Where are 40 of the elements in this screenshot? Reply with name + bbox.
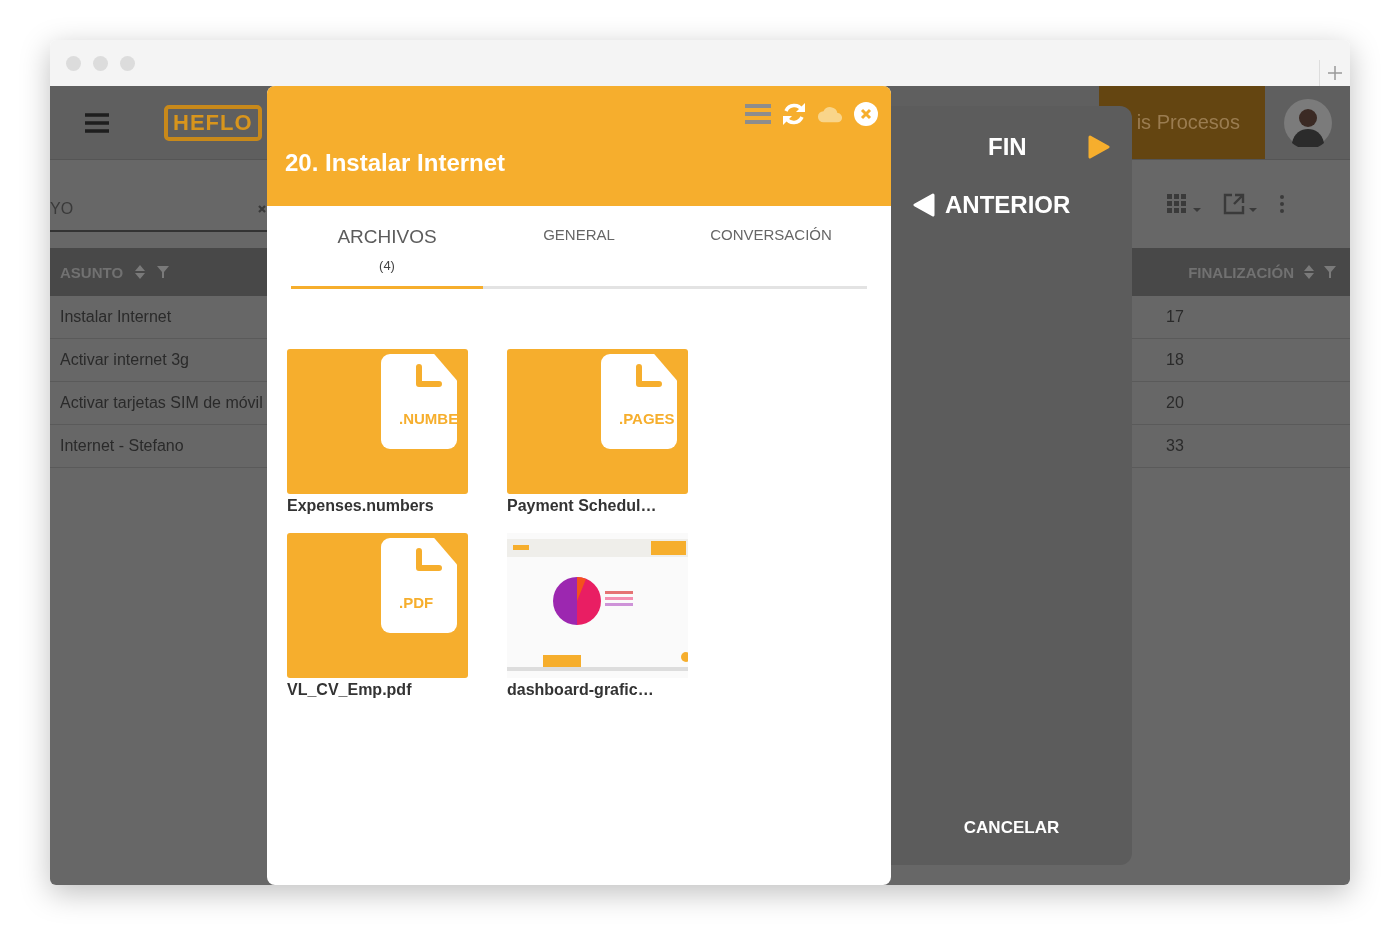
table-cell-text: 20 [1165, 394, 1185, 412]
window-control[interactable] [66, 55, 81, 71]
tab[interactable]: CONVERSACIÓN [675, 206, 867, 289]
file-extension: .NUMBE [399, 410, 457, 427]
tab[interactable]: GENERAL [483, 206, 675, 289]
menu-icon[interactable] [85, 112, 109, 133]
file-extension: .PDF [399, 594, 434, 611]
file-name[interactable]: Payment Schedul… [507, 497, 688, 515]
more-icon[interactable] [1279, 194, 1285, 214]
window-control[interactable] [93, 55, 108, 71]
grid-icon[interactable] [1167, 193, 1203, 215]
refresh-icon[interactable] [781, 101, 807, 127]
back-triangle-icon [913, 193, 935, 217]
play-icon [1088, 135, 1110, 159]
export-icon[interactable] [1223, 193, 1259, 215]
table-cell-text: 33 [1165, 437, 1185, 455]
table-cell-text: Internet - Stefano [59, 437, 184, 455]
filter-icon[interactable] [1324, 266, 1336, 278]
file-name[interactable]: VL_CV_Emp.pdf [287, 681, 468, 699]
previous-button[interactable]: ANTERIOR [891, 189, 1132, 221]
window-control[interactable] [120, 55, 135, 71]
task-title: 20. Instalar Internet [285, 149, 506, 177]
table-cell-text: 18 [1165, 351, 1185, 369]
cancel-button[interactable]: CANCELAR [957, 817, 1066, 839]
clear-icon[interactable] [257, 204, 267, 214]
table-cell-text: Instalar Internet [59, 308, 172, 326]
table-cell-text: 17 [1165, 308, 1185, 326]
avatar[interactable] [1283, 98, 1332, 147]
table-cell-text: Activar internet 3g [59, 351, 189, 369]
file-name[interactable]: dashboard-grafic… [507, 681, 688, 699]
sort-icon[interactable] [135, 265, 146, 279]
close-icon[interactable] [853, 101, 879, 127]
list-icon[interactable] [745, 101, 771, 127]
tab[interactable]: ARCHIVOS (4) [291, 206, 483, 289]
file-extension: .PAGES [619, 410, 675, 427]
table-cell-text: Activar tarjetas SIM de móvil [59, 394, 263, 412]
filter-icon[interactable] [157, 266, 170, 278]
sort-icon[interactable] [1304, 265, 1314, 279]
file-name[interactable]: Expenses.numbers [287, 497, 468, 515]
logo: HEFLO [164, 104, 262, 141]
